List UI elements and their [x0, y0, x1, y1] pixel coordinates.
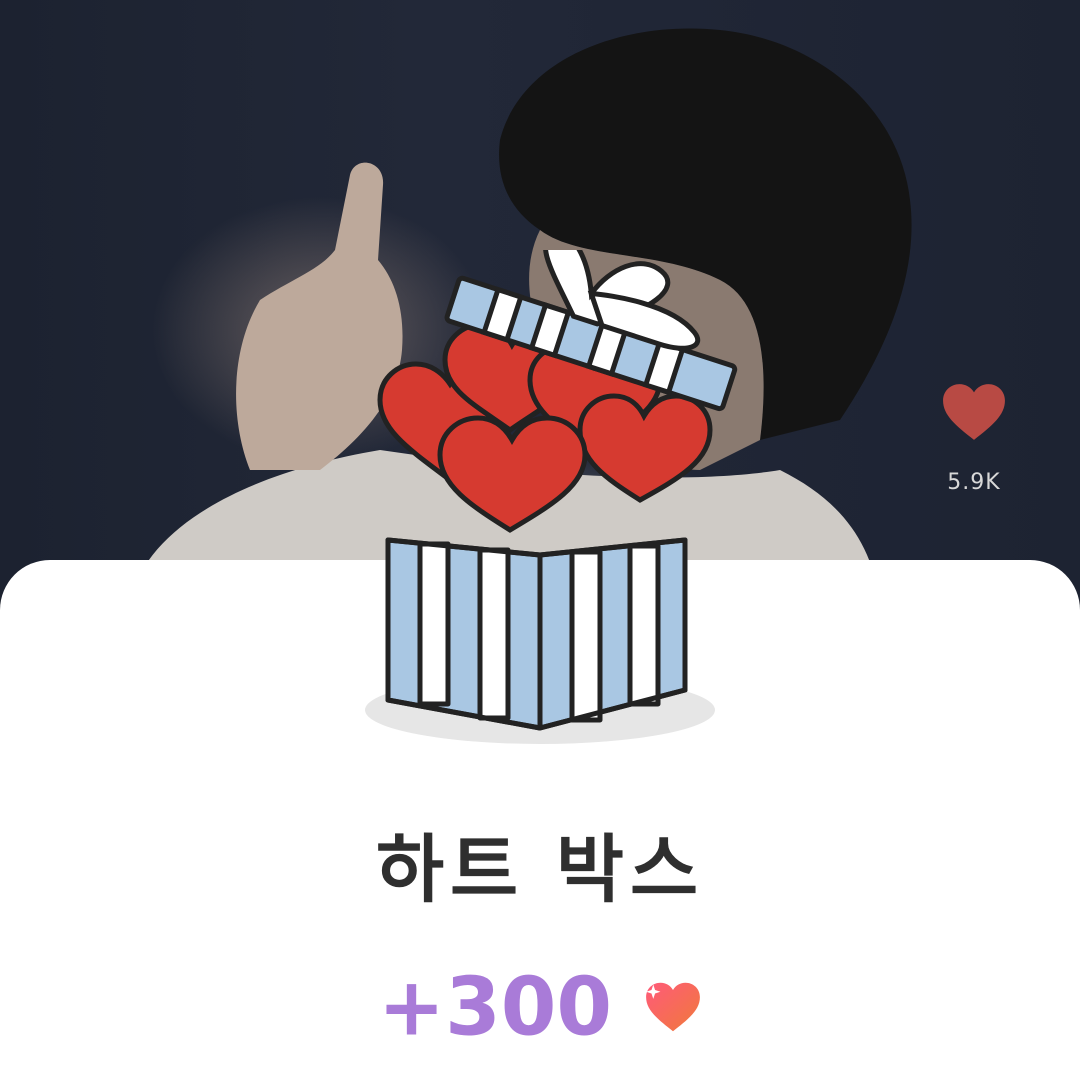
- reward-amount-row: +300: [0, 955, 1080, 1054]
- reward-amount: +300: [378, 960, 613, 1054]
- like-widget[interactable]: 5.9K: [934, 382, 1014, 495]
- gift-box-illustration: [340, 250, 740, 770]
- heart-icon[interactable]: [941, 382, 1007, 442]
- like-count: 5.9K: [947, 470, 1001, 495]
- reward-title: 하트 박스: [375, 827, 705, 913]
- gift-box-icon: [365, 250, 738, 744]
- heart-icon: [646, 982, 700, 1032]
